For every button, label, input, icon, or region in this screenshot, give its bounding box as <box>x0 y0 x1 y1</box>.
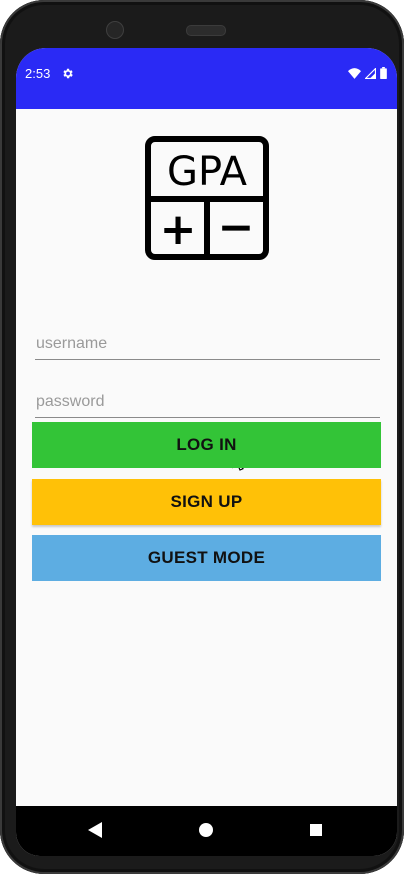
password-input[interactable] <box>35 387 380 418</box>
home-circle-icon[interactable] <box>199 823 213 837</box>
username-input[interactable] <box>35 329 380 360</box>
login-content: GPA + − LOG IN SIGN UP GUEST MODE <box>16 109 397 806</box>
wifi-icon <box>348 67 361 79</box>
login-button[interactable]: LOG IN <box>32 422 381 468</box>
status-time: 2:53 <box>25 66 51 81</box>
status-icons <box>348 67 387 79</box>
gpa-calculator-logo: GPA + − <box>145 136 269 260</box>
status-bar: 2:53 <box>16 48 397 109</box>
logo-plus: + <box>160 204 197 255</box>
logo-text: GPA <box>167 149 248 195</box>
navigation-bar <box>16 806 397 856</box>
front-camera <box>106 21 124 39</box>
recents-square-icon[interactable] <box>310 824 322 836</box>
app-screen: 2:53 GPA + − username LOG IN SIGN UP GUE… <box>16 48 397 856</box>
logo-minus: − <box>218 202 255 253</box>
signup-button[interactable]: SIGN UP <box>32 479 381 525</box>
battery-icon <box>380 67 387 79</box>
cell-signal-icon <box>365 67 376 79</box>
earpiece-speaker <box>186 25 226 36</box>
back-triangle-icon[interactable] <box>88 822 102 838</box>
settings-gear-icon <box>63 68 73 79</box>
phone-frame: 2:53 GPA + − username LOG IN SIGN UP GUE… <box>0 0 404 874</box>
guest-mode-button[interactable]: GUEST MODE <box>32 535 381 581</box>
